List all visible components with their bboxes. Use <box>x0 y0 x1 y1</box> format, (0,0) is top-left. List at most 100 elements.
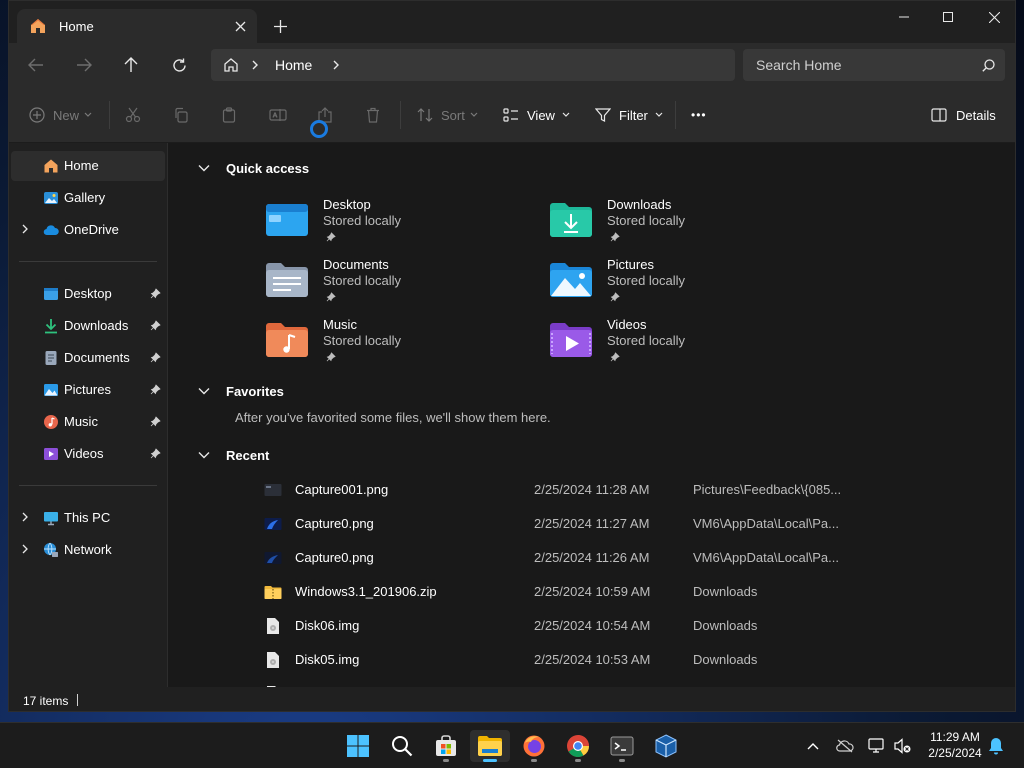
cloud-icon <box>43 225 59 236</box>
recent-file-row[interactable]: Capture0.png 2/25/2024 11:26 AM VM6\AppD… <box>260 543 860 571</box>
folder-name: Downloads <box>607 197 672 212</box>
forward-button[interactable] <box>67 51 101 79</box>
cut-button[interactable] <box>125 101 141 129</box>
chevron-right-icon[interactable] <box>21 511 29 523</box>
quick-access-documents[interactable]: Documents Stored locally <box>265 257 525 313</box>
search-box[interactable]: Search Home <box>743 49 1005 81</box>
maximize-button[interactable] <box>925 1 971 33</box>
sidebar-item-downloads[interactable]: Downloads <box>11 311 165 341</box>
chevron-right-icon[interactable] <box>332 60 340 70</box>
file-location: Downloads <box>693 584 758 599</box>
favorites-header[interactable]: Favorites <box>198 381 284 401</box>
breadcrumb-home[interactable]: Home <box>275 57 312 73</box>
recent-file-row[interactable]: Disk06.img 2/25/2024 10:54 AM Downloads <box>260 611 860 639</box>
back-button[interactable] <box>19 51 53 79</box>
up-button[interactable] <box>114 51 148 79</box>
refresh-button[interactable] <box>162 51 196 79</box>
chevron-right-icon[interactable] <box>21 223 29 235</box>
sidebar-item-desktop[interactable]: Desktop <box>11 279 165 309</box>
toolbar-divider <box>109 101 110 129</box>
sidebar-item-documents[interactable]: Documents <box>11 343 165 373</box>
new-tab-button[interactable] <box>267 13 293 39</box>
quick-access-music[interactable]: Music Stored locally <box>265 317 525 373</box>
search-placeholder: Search Home <box>756 57 842 73</box>
quick-access-pictures[interactable]: Pictures Stored locally <box>549 257 809 313</box>
sidebar-item-gallery[interactable]: Gallery <box>11 183 165 213</box>
start-button[interactable] <box>338 730 378 762</box>
sidebar-item-music[interactable]: Music <box>11 407 165 437</box>
recent-file-row[interactable]: Capture0.png 2/25/2024 11:27 AM VM6\AppD… <box>260 509 860 537</box>
folder-status: Stored locally <box>607 273 686 288</box>
pin-icon[interactable] <box>150 352 161 363</box>
sidebar-item-label: OneDrive <box>64 222 119 237</box>
firefox-button[interactable] <box>514 730 554 762</box>
filter-icon <box>595 108 611 122</box>
file-explorer-taskbar-button[interactable] <box>470 730 510 762</box>
favorites-empty-message: After you've favorited some files, we'll… <box>235 410 551 425</box>
close-window-button[interactable] <box>971 1 1015 33</box>
pin-icon[interactable] <box>150 320 161 331</box>
file-location: Downloads <box>693 652 758 667</box>
search-button[interactable] <box>382 730 422 762</box>
pin-icon[interactable] <box>150 384 161 395</box>
sidebar-item-network[interactable]: Network <box>11 535 165 565</box>
arrow-left-icon <box>28 58 43 72</box>
folder-status: Stored locally <box>323 333 402 348</box>
sidebar-item-videos[interactable]: Videos <box>11 439 165 469</box>
videos-folder-icon <box>550 323 592 357</box>
documents-folder-icon <box>266 263 308 297</box>
pin-icon[interactable] <box>150 288 161 299</box>
chevron-right-icon[interactable] <box>21 543 29 555</box>
minimize-button[interactable] <box>881 1 927 33</box>
quick-access-header[interactable]: Quick access <box>198 158 309 178</box>
paste-button[interactable] <box>221 101 237 129</box>
more-dots-icon: ••• <box>691 108 707 122</box>
folder-status: Stored locally <box>607 333 686 348</box>
notifications-button[interactable] <box>986 736 1006 756</box>
home-icon <box>224 58 238 72</box>
quick-access-downloads[interactable]: Downloads Stored locally <box>549 197 809 253</box>
onedrive-tray-icon[interactable] <box>835 736 855 756</box>
quick-access-desktop[interactable]: Desktop Stored locally <box>265 197 525 253</box>
new-button[interactable]: New <box>29 101 92 129</box>
microsoft-store-button[interactable] <box>426 730 466 762</box>
virtualbox-icon <box>655 734 677 758</box>
sidebar-item-onedrive[interactable]: OneDrive <box>11 215 165 245</box>
view-button[interactable]: View <box>503 101 570 129</box>
folder-icon <box>478 736 502 756</box>
see-more-button[interactable]: ••• <box>691 101 707 129</box>
tab-home[interactable]: Home <box>17 9 257 43</box>
volume-tray-icon[interactable] <box>893 736 913 756</box>
show-hidden-icons-button[interactable] <box>803 736 823 756</box>
network-tray-icon[interactable] <box>867 736 887 756</box>
address-bar[interactable]: Home <box>211 49 735 81</box>
sidebar-item-home[interactable]: Home <box>11 151 165 181</box>
recent-file-row-partial[interactable] <box>260 679 860 687</box>
copy-button[interactable] <box>173 101 189 129</box>
sidebar-item-pictures[interactable]: Pictures <box>11 375 165 405</box>
filter-button[interactable]: Filter <box>595 101 663 129</box>
sort-button[interactable]: Sort <box>417 101 478 129</box>
details-button[interactable]: Details <box>931 101 996 129</box>
recent-header[interactable]: Recent <box>198 445 269 465</box>
close-icon <box>988 11 1000 23</box>
pin-icon[interactable] <box>150 416 161 427</box>
rename-button[interactable] <box>269 101 287 129</box>
delete-button[interactable] <box>365 101 381 129</box>
recent-file-row[interactable]: Disk05.img 2/25/2024 10:53 AM Downloads <box>260 645 860 673</box>
terminal-button[interactable] <box>602 730 642 762</box>
close-tab-button[interactable] <box>223 12 257 40</box>
recent-file-row[interactable]: Capture001.png 2/25/2024 11:28 AM Pictur… <box>260 475 860 503</box>
store-icon <box>436 735 456 756</box>
clock[interactable]: 11:29 AM 2/25/2024 <box>920 729 990 761</box>
chrome-button[interactable] <box>558 730 598 762</box>
recent-file-row[interactable]: Windows3.1_201906.zip 2/25/2024 10:59 AM… <box>260 577 860 605</box>
music-icon <box>44 415 58 429</box>
pin-icon[interactable] <box>150 448 161 459</box>
title-bar: Home <box>9 1 1015 43</box>
scissors-icon <box>125 107 141 123</box>
sidebar-item-label: Pictures <box>64 382 111 397</box>
sidebar-item-this-pc[interactable]: This PC <box>11 503 165 533</box>
virtualbox-button[interactable] <box>646 730 686 762</box>
quick-access-videos[interactable]: Videos Stored locally <box>549 317 809 373</box>
